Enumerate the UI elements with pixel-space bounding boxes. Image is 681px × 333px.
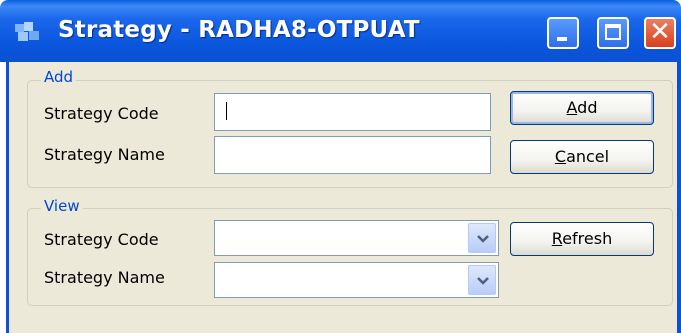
add-strategy-code-input[interactable] [214,93,491,131]
window-border-right [677,62,681,333]
add-strategy-name-label: Strategy Name [44,145,165,164]
cancel-button[interactable]: Cancel [510,140,654,174]
view-strategy-name-label: Strategy Name [44,268,165,287]
maximize-icon [605,24,621,40]
title-bar[interactable]: Strategy - RADHA8-OTPUAT ✕ [0,0,681,62]
chevron-down-icon[interactable] [468,223,496,253]
minimize-icon [557,37,567,41]
view-strategy-code-label: Strategy Code [44,230,159,249]
maximize-button[interactable] [597,17,629,49]
cancel-button-accel: C [554,147,567,166]
chevron-down-icon[interactable] [468,265,496,295]
strategy-window: Strategy - RADHA8-OTPUAT ✕ Add Strategy … [0,0,681,333]
refresh-button-accel: R [551,229,563,248]
view-strategy-code-dropdown[interactable] [214,220,499,256]
view-group-legend: View [41,197,83,215]
cancel-button-label: ancel [566,147,610,166]
add-button[interactable]: Add [510,91,654,125]
add-button-label: dd [577,98,598,117]
window-title: Strategy - RADHA8-OTPUAT [58,17,420,43]
view-strategy-name-dropdown[interactable] [214,262,499,298]
minimize-button[interactable] [547,17,579,49]
text-caret [226,102,227,120]
close-button[interactable]: ✕ [644,17,676,49]
add-strategy-code-label: Strategy Code [44,104,159,123]
app-icon [15,22,39,41]
add-group-legend: Add [41,68,77,86]
close-icon: ✕ [649,17,671,47]
refresh-button-label: efresh [562,229,613,248]
refresh-button[interactable]: Refresh [510,222,654,256]
add-button-accel: A [566,98,578,117]
add-strategy-name-input[interactable] [214,136,491,174]
